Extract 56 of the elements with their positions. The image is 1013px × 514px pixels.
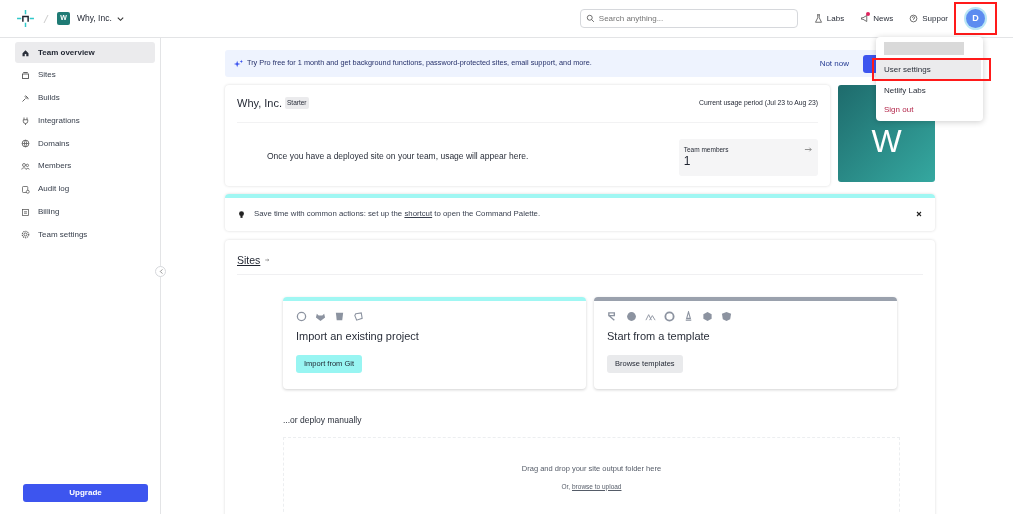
- plug-icon: [21, 116, 30, 126]
- upgrade-button[interactable]: Upgrade: [23, 484, 148, 502]
- sidebar-item[interactable]: Audit log: [15, 178, 155, 200]
- framework-icon: [721, 311, 732, 323]
- sidebar-item[interactable]: Builds: [15, 87, 155, 109]
- separator-icon: [42, 12, 50, 25]
- caret-icon: [115, 14, 125, 23]
- framework-icon: [607, 311, 618, 323]
- nav-link[interactable]: Labs: [813, 12, 845, 25]
- sidebar-item[interactable]: Domains: [15, 133, 155, 155]
- sidebar-item[interactable]: Integrations: [15, 110, 155, 132]
- close-icon: [915, 210, 923, 218]
- sidebar-item[interactable]: Team overview: [15, 42, 155, 63]
- collapse-button[interactable]: [155, 266, 166, 277]
- stat-value: 1: [683, 154, 691, 169]
- help-icon: [909, 14, 919, 23]
- framework-icon: [645, 311, 656, 323]
- framework-icon: [664, 311, 675, 323]
- logo-icon: [16, 9, 35, 28]
- stack-icon: [21, 70, 30, 80]
- framework-icon: [702, 311, 713, 323]
- git-provider-icon: [334, 311, 345, 323]
- sites-link[interactable]: Sites: [237, 252, 261, 269]
- team-name: Why, Inc.: [237, 96, 283, 111]
- search-icon: [585, 14, 595, 23]
- git-provider-icon: [315, 311, 326, 323]
- sidebar-item[interactable]: Members: [15, 156, 155, 177]
- people-icon: [21, 162, 30, 171]
- dismiss-button[interactable]: Not now: [819, 57, 849, 70]
- git-provider-icon: [296, 311, 307, 323]
- framework-icon: [683, 311, 694, 323]
- document-icon: [21, 184, 30, 194]
- globe-icon: [21, 139, 30, 149]
- deploy-manually-label: ...or deploy manually: [283, 414, 363, 427]
- git-provider-icon: [353, 311, 364, 323]
- receipt-icon: [21, 207, 30, 217]
- framework-icon: [626, 311, 637, 323]
- option-title: Start from a template: [607, 329, 711, 345]
- sparkle-icon: [233, 58, 243, 69]
- lightbulb-icon: [237, 209, 246, 219]
- sidebar-item[interactable]: Team settings: [15, 224, 155, 246]
- hammer-icon: [21, 93, 30, 103]
- sidebar-item[interactable]: Billing: [15, 201, 155, 223]
- chevron-icon: [157, 268, 164, 275]
- flask-icon: [813, 14, 823, 23]
- megaphone-icon: [860, 14, 870, 23]
- settings-icon: [21, 230, 30, 240]
- option-title: Import an existing project: [296, 329, 420, 345]
- nav-link[interactable]: Suppor: [909, 12, 948, 25]
- empty-usage-message: Once you have a deployed site on your team, usage will appear here.: [267, 149, 529, 163]
- home-icon: [21, 48, 30, 57]
- search-field[interactable]: Search anything...: [579, 9, 798, 28]
- menu-item[interactable]: User settings: [876, 60, 981, 79]
- nav-link[interactable]: News: [860, 12, 894, 25]
- sidebar-item[interactable]: Sites: [15, 64, 155, 86]
- arrow-icon: [264, 257, 271, 264]
